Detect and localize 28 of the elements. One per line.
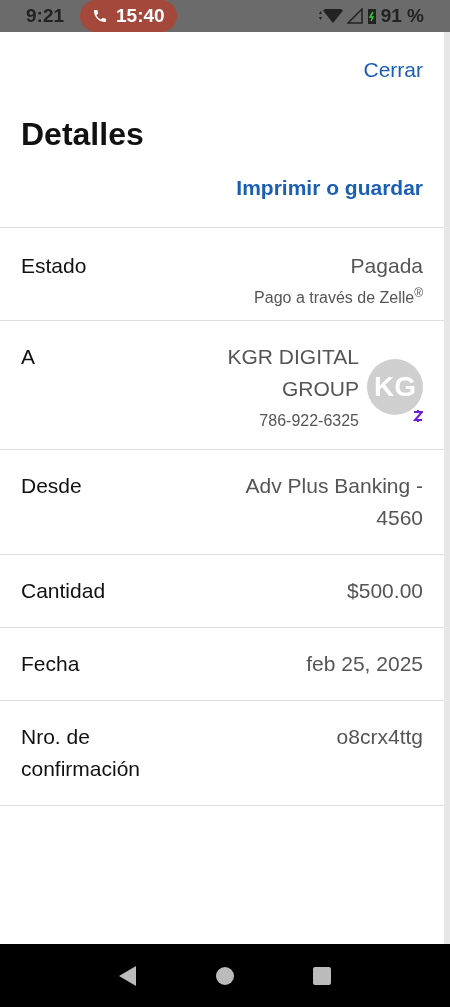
page-title: Detalles [21, 114, 145, 154]
battery-level: 91 % [380, 3, 424, 28]
back-icon[interactable] [118, 964, 139, 987]
recipient-name: KGR DIGITAL GROUP [226, 344, 359, 402]
print-save-link[interactable]: Imprimir o guardar [236, 171, 423, 203]
status-time: 9:21 [26, 3, 65, 28]
zelle-icon [413, 409, 423, 423]
detail-note: Pago a través de Zelle$^{®}$ [254, 286, 423, 308]
detail-value: Pagada [350, 253, 423, 279]
detail-value: feb 25, 2025 [306, 651, 423, 677]
home-icon[interactable] [215, 965, 235, 986]
detail-label: Desde [21, 473, 82, 499]
detail-value: Adv Plus Banking - 4560 [244, 473, 423, 531]
detail-value: o8crx4ttg [336, 724, 423, 750]
battery-icon [366, 7, 377, 25]
detail-label: A [21, 344, 35, 370]
wifi-icon [318, 9, 343, 23]
close-button[interactable]: Cerrar [363, 54, 423, 86]
call-duration: 15:40 [116, 3, 165, 28]
detail-label: Fecha [21, 651, 80, 677]
detail-label: Nro. de confirmación [21, 724, 142, 782]
signal-icon [346, 8, 363, 24]
detail-label: Cantidad [21, 578, 106, 604]
phone-icon [92, 8, 109, 24]
recents-icon[interactable] [311, 965, 332, 986]
detail-value: $500.00 [347, 578, 423, 604]
recipient-phone: 786-922-6325 [259, 411, 359, 431]
detail-label: Estado [21, 253, 87, 279]
